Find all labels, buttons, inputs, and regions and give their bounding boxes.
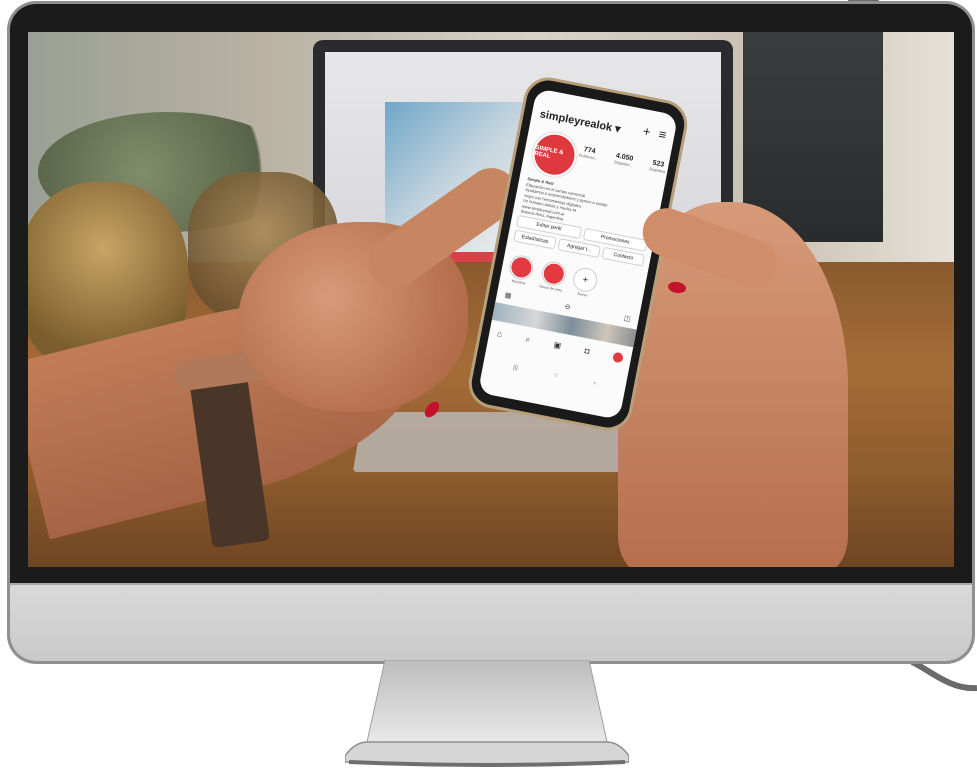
add-icon[interactable]: + [642,123,652,139]
search-icon[interactable]: ⌕ [525,335,531,346]
tagged-icon[interactable]: ◫ [623,314,631,323]
stat-label: Publicaci... [578,152,599,162]
monitor-stand [345,660,629,767]
avatar[interactable]: SIMPLE & REAL [528,128,581,181]
highlight-label: Nosotros [511,278,526,286]
avatar-label: SIMPLE & REAL [533,144,564,160]
highlight-item[interactable]: Nosotros [507,254,535,287]
menu-icon[interactable]: ≡ [657,126,667,142]
profile-username[interactable]: simpleyrealok ▾ [539,107,622,135]
highlight-label: Nuevo [577,291,588,298]
profile-avatar-icon[interactable] [612,351,624,364]
highlight-cover [508,254,535,281]
new-highlight[interactable]: + Nuevo [571,266,599,299]
plus-icon: + [572,266,599,293]
stat-followers[interactable]: 4.050 Seguidor... [614,152,635,168]
monitor-chin [10,583,972,661]
photo-screen: simpleyrealok ▾ + ≡ SIMPLE & REAL 774 Pub… [28,32,954,567]
home-icon[interactable]: ⌂ [496,329,502,340]
reels-icon[interactable]: ⊖ [564,303,571,312]
highlight-cover [540,260,567,287]
monitor: simpleyrealok ▾ + ≡ SIMPLE & REAL 774 Pub… [10,4,972,661]
profile-stats: 774 Publicaci... 4.050 Seguidor... 523 Segu… [578,146,667,174]
system-nav: ||| ○ ‹ [513,365,597,387]
stat-following[interactable]: 523 Seguidos [648,159,667,174]
reels-icon[interactable]: ▣ [553,340,562,351]
highlight-label: Casos de éxito [538,284,563,293]
stat-posts[interactable]: 774 Publicaci... [578,146,599,161]
shop-icon[interactable]: ◘ [584,346,590,357]
grid-icon[interactable]: ▦ [504,291,512,300]
highlight-item[interactable]: Casos de éxito [538,260,567,293]
recent-apps-icon[interactable]: ||| [513,365,519,372]
back-icon[interactable]: ‹ [593,380,596,386]
home-circle-icon[interactable]: ○ [553,373,558,380]
